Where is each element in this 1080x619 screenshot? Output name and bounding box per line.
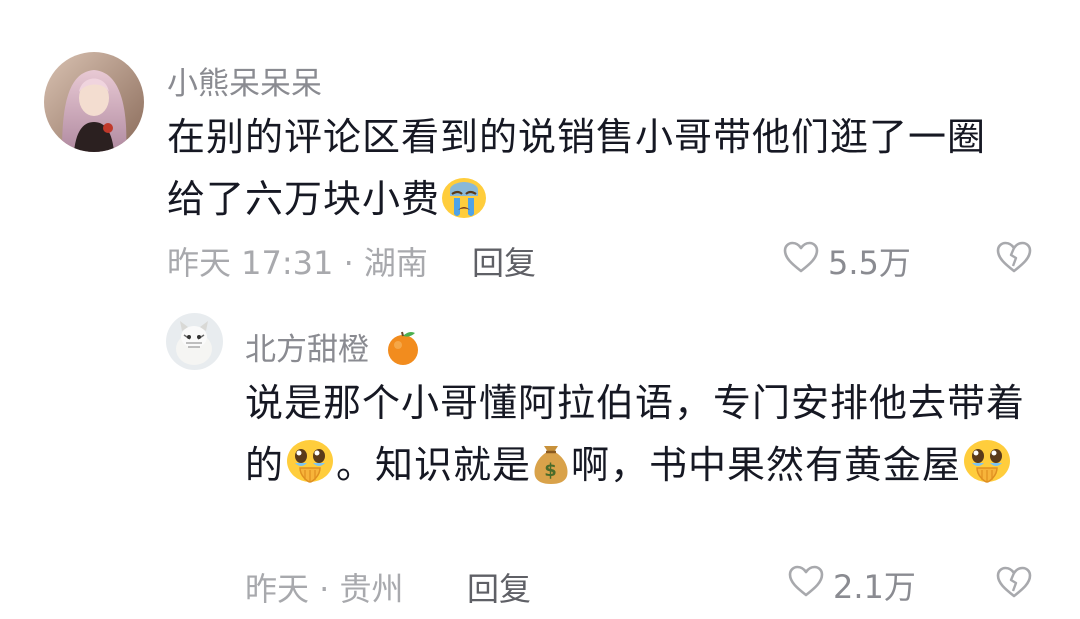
- username-text: 北方甜橙: [245, 332, 369, 368]
- crying-face-emoji-icon: [440, 174, 488, 238]
- pleading-face-emoji-icon: [961, 436, 1013, 504]
- like-count: 5.5万: [828, 244, 911, 282]
- dislike-button[interactable]: [995, 240, 1033, 278]
- broken-heart-icon: [995, 241, 1033, 278]
- like-count: 2.1万: [833, 568, 916, 606]
- orange-emoji-icon: [385, 328, 421, 374]
- like-button[interactable]: 5.5万: [782, 238, 911, 284]
- svg-text:$: $: [544, 460, 558, 481]
- comment-meta: 昨天 17:31 · 湖南: [167, 244, 428, 282]
- money-bag-emoji-icon: $: [531, 440, 571, 504]
- heart-icon: [782, 240, 820, 282]
- comment-text-content: 在别的评论区看到的说销售小哥带他们逛了一圈给了六万块小费: [167, 115, 987, 221]
- reply-comment-item: 北方甜橙 说是那个小哥懂阿拉伯语，专门安排他去带着的 。知识就是 $ 啊，书中果…: [0, 300, 1080, 619]
- like-button[interactable]: 2.1万: [787, 562, 916, 608]
- avatar[interactable]: [44, 52, 144, 152]
- comment-meta: 昨天 · 贵州: [245, 570, 404, 608]
- pleading-face-emoji-icon: [284, 436, 336, 504]
- username[interactable]: 小熊呆呆呆: [167, 58, 322, 103]
- comment-text: 说是那个小哥懂阿拉伯语，专门安排他去带着的 。知识就是 $ 啊，书中果然有黄金屋: [245, 372, 1025, 504]
- username[interactable]: 北方甜橙: [245, 324, 421, 374]
- comment-text-part3: 啊，书中果然有黄金屋: [571, 443, 962, 487]
- heart-icon: [787, 564, 825, 606]
- dislike-button[interactable]: [995, 565, 1033, 603]
- reply-button[interactable]: 回复: [467, 564, 531, 610]
- comment-text: 在别的评论区看到的说销售小哥带他们逛了一圈给了六万块小费: [167, 106, 1017, 238]
- reply-button[interactable]: 回复: [472, 238, 536, 284]
- comment-item: 小熊呆呆呆 在别的评论区看到的说销售小哥带他们逛了一圈给了六万块小费 昨天 17…: [0, 0, 1080, 300]
- broken-heart-icon: [995, 566, 1033, 603]
- comment-text-part2: 。知识就是: [336, 443, 532, 487]
- avatar[interactable]: [166, 313, 223, 370]
